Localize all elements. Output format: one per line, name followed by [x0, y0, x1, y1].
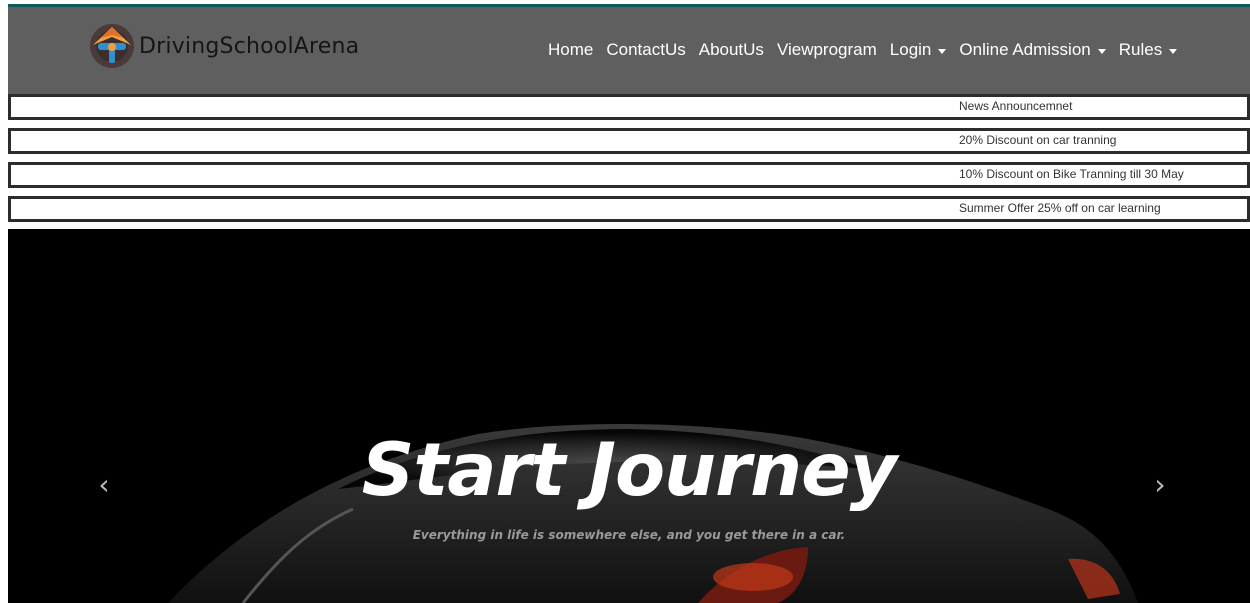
caret-down-icon: [938, 48, 947, 54]
navbar: DrivingSchoolArena Home ContactUs AboutU…: [8, 7, 1250, 94]
news-ticker-row: 20% Discount on car tranning: [8, 128, 1250, 154]
nav-online-admission-label: Online Admission: [959, 40, 1091, 59]
news-ticker-row: News Announcemnet: [8, 94, 1250, 120]
carousel-next-button[interactable]: ›: [1150, 470, 1170, 500]
caret-down-icon: [1169, 48, 1178, 54]
nav-contactus[interactable]: ContactUs: [606, 40, 685, 60]
hero-subtitle: Everything in life is somewhere else, an…: [412, 528, 846, 542]
nav-login-dropdown[interactable]: Login: [890, 40, 947, 60]
nav-rules-label: Rules: [1118, 40, 1163, 59]
main-nav: Home ContactUs AboutUs Viewprogram Login…: [548, 40, 1190, 60]
carousel-prev-button[interactable]: ‹: [94, 470, 114, 500]
brand[interactable]: DrivingSchoolArena: [87, 21, 359, 71]
nav-aboutus[interactable]: AboutUs: [699, 40, 764, 60]
nav-viewprogram-label: Viewprogram: [776, 40, 877, 59]
steering-wheel-logo-icon: [87, 21, 137, 71]
nav-login-label: Login: [889, 40, 932, 59]
chevron-right-icon: ›: [1154, 468, 1166, 501]
news-item: 20% Discount on car tranning: [959, 133, 1117, 147]
news-ticker-row: 10% Discount on Bike Tranning till 30 Ma…: [8, 162, 1250, 188]
nav-home-label: Home: [548, 40, 594, 59]
brand-name: DrivingSchoolArena: [139, 33, 360, 59]
news-item: 10% Discount on Bike Tranning till 30 Ma…: [959, 167, 1184, 181]
car-silhouette-image: [168, 423, 1138, 603]
chevron-left-icon: ‹: [98, 468, 110, 501]
news-item: News Announcemnet: [959, 99, 1073, 113]
nav-contactus-label: ContactUs: [606, 40, 686, 59]
nav-rules-dropdown[interactable]: Rules: [1118, 40, 1178, 60]
hero-title: Start Journey: [361, 428, 897, 513]
hero-carousel: Start Journey Everything in life is some…: [8, 229, 1250, 603]
nav-aboutus-label: AboutUs: [698, 40, 764, 59]
nav-online-admission-dropdown[interactable]: Online Admission: [959, 40, 1106, 60]
nav-viewprogram[interactable]: Viewprogram: [777, 40, 877, 60]
news-item: Summer Offer 25% off on car learning: [959, 201, 1161, 215]
nav-home[interactable]: Home: [548, 40, 593, 60]
caret-down-icon: [1097, 48, 1106, 54]
news-ticker-row: Summer Offer 25% off on car learning: [8, 196, 1250, 222]
